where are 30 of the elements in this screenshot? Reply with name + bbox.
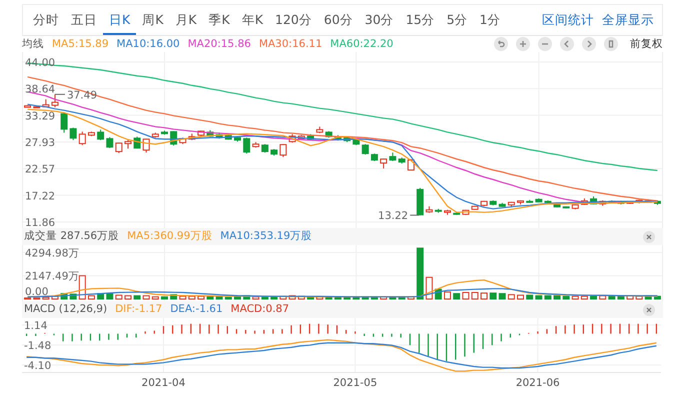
legend-value: MA5:360.99万股 (127, 229, 212, 244)
axis-label: -4.10 (24, 360, 52, 372)
axis-label: 2021-06 (516, 377, 560, 390)
axis-label: 33.29 (25, 110, 56, 122)
legend-value: DIF:-1.17 (115, 302, 162, 317)
legend-value: MA60:22.20 (330, 37, 394, 52)
legend-value: DEA:-1.61 (170, 302, 223, 317)
price-label: 13.22 (378, 210, 408, 222)
axis-label: 0.00 (25, 286, 48, 298)
axis-label: 17.22 (25, 190, 56, 202)
volume-label: 成交量 287.56万股 (24, 229, 120, 244)
axis-label: 38.64 (25, 84, 56, 96)
axis-label: 22.57 (25, 164, 56, 176)
axis-label: -1.48 (24, 340, 52, 352)
legend-value: MACD:0.87 (230, 302, 290, 317)
axis-label: 1.14 (24, 320, 48, 332)
legend-label: 均线 (22, 37, 44, 52)
legend-value: MA5:15.89 (52, 37, 109, 52)
axis-label: 4294.98万 (25, 248, 80, 260)
axis-label: 2021-04 (142, 377, 186, 390)
axis-label: 2147.49万 (25, 270, 80, 283)
price-label: 37.49 (66, 89, 97, 102)
indicator-label: MACD (12,26,9) (24, 302, 108, 317)
axis-label: 27.93 (25, 136, 56, 149)
legend-value: MA10:353.19万股 (220, 229, 312, 244)
legend-value: MA30:16.11 (258, 37, 322, 52)
legend-value: MA10:16.00 (116, 37, 180, 52)
legend-value: MA20:15.86 (188, 37, 251, 52)
axis-label: 11.86 (25, 216, 56, 228)
axis-label: 2021-05 (333, 377, 378, 390)
